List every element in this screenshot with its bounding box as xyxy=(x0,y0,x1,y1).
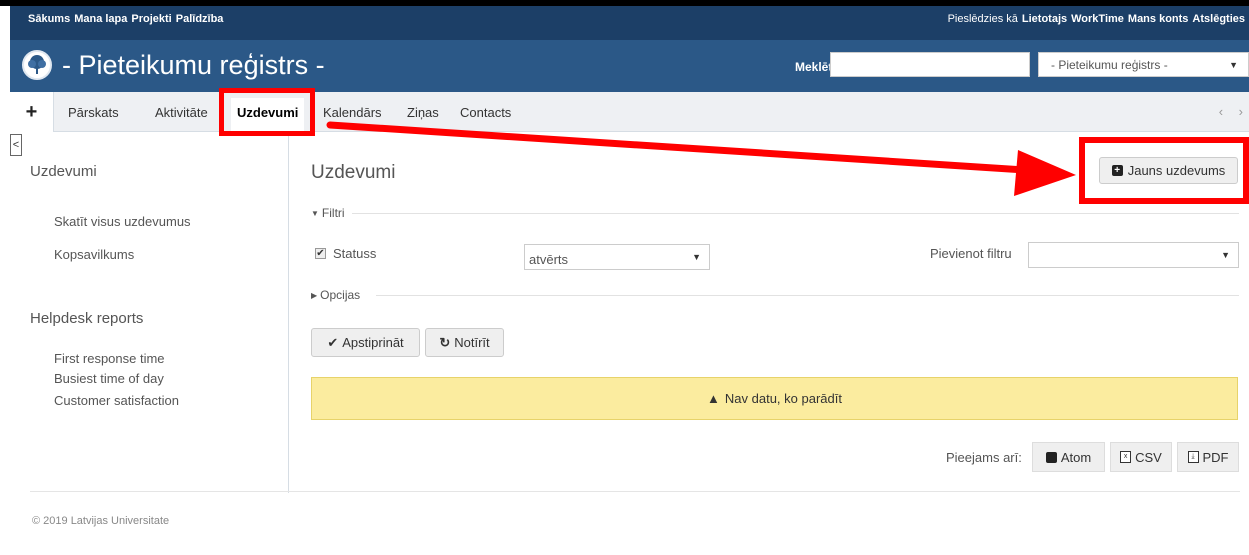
annotation-arrow-shaft xyxy=(326,121,1044,175)
annotation-arrow xyxy=(326,121,1076,196)
annotation-arrow-head xyxy=(1014,150,1076,196)
